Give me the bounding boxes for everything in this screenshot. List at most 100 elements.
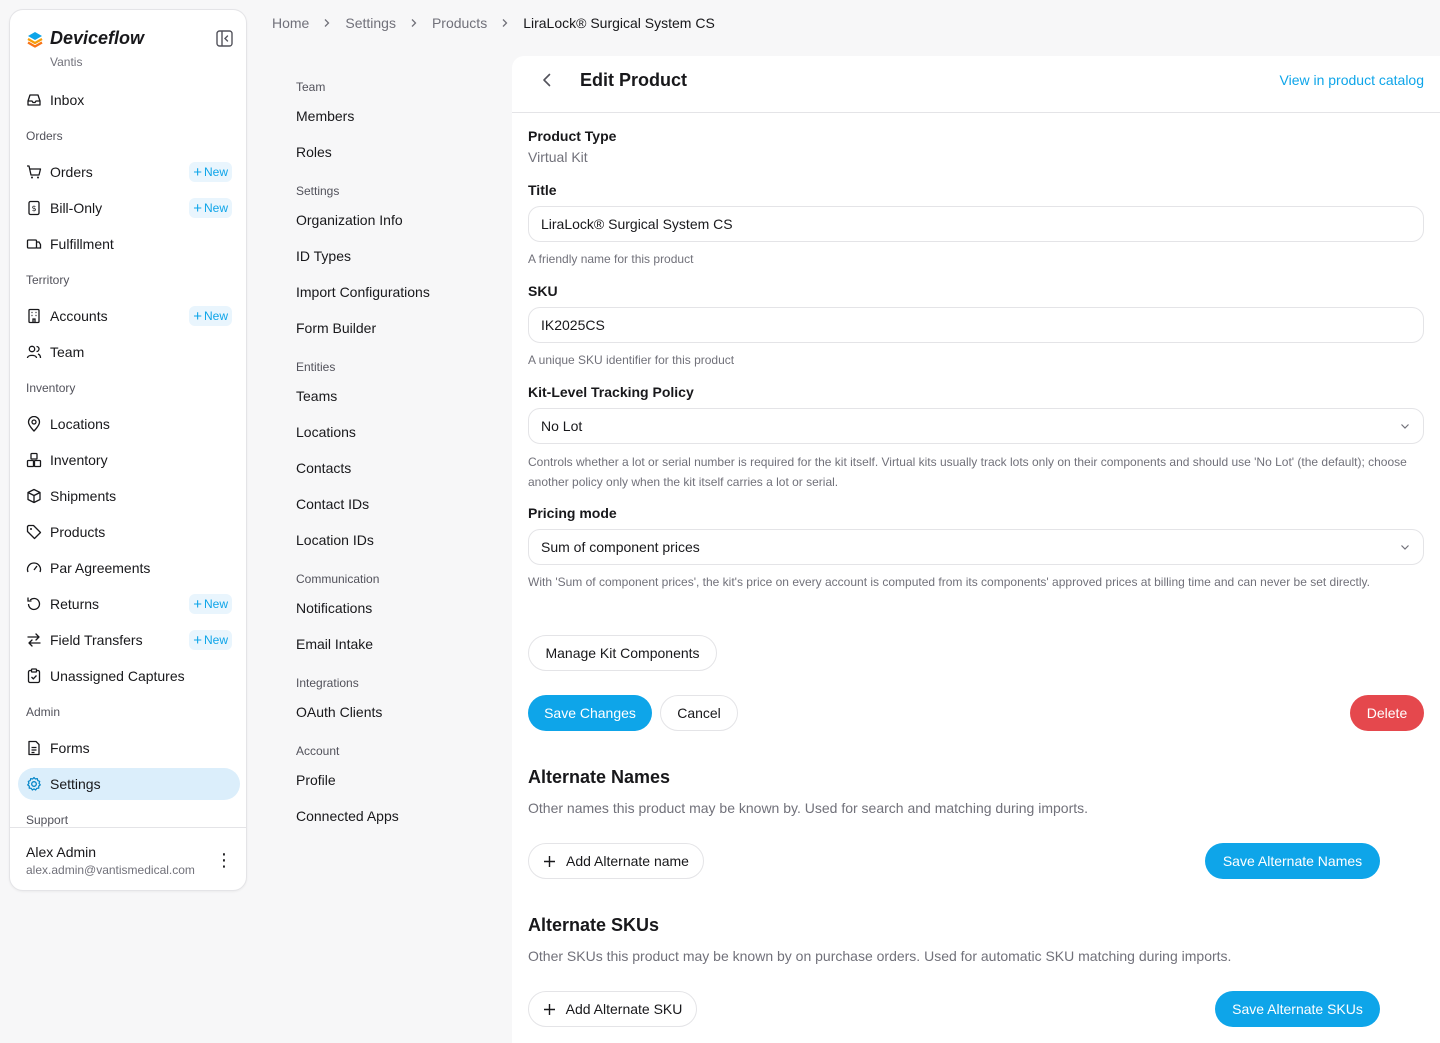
- new-account-button[interactable]: + New: [189, 306, 232, 326]
- app-name: Deviceflow: [50, 28, 145, 48]
- settings-item-notifications[interactable]: Notifications: [296, 600, 372, 616]
- sidebar-item-unassigned-captures[interactable]: Unassigned Captures: [18, 660, 240, 692]
- title-input[interactable]: [528, 206, 1424, 242]
- product-type-label: Product Type: [528, 128, 617, 144]
- settings-item-connected-apps[interactable]: Connected Apps: [296, 808, 399, 824]
- settings-section-team: Team: [296, 80, 326, 94]
- sidebar-item-inbox[interactable]: Inbox: [18, 84, 240, 116]
- user-email: alex.admin@vantismedical.com: [26, 863, 195, 877]
- org-name: Vantis: [50, 55, 83, 69]
- sku-label: SKU: [528, 283, 558, 299]
- plus-icon: [544, 855, 555, 867]
- new-return-button[interactable]: + New: [189, 594, 232, 614]
- delete-button[interactable]: Delete: [1350, 695, 1424, 731]
- chevron-right-icon: [502, 19, 508, 27]
- settings-item-email-intake[interactable]: Email Intake: [296, 636, 373, 652]
- clipboard-check-icon: [27, 668, 41, 684]
- new-label: New: [203, 201, 228, 215]
- sidebar-item-locations[interactable]: Locations: [18, 408, 240, 440]
- sidebar-item-returns[interactable]: Returns + New: [18, 588, 240, 620]
- settings-item-contact-ids[interactable]: Contact IDs: [296, 496, 369, 512]
- sidebar-item-team[interactable]: Team: [18, 336, 240, 368]
- settings-item-roles[interactable]: Roles: [296, 144, 332, 160]
- sidebar-item-shipments[interactable]: Shipments: [18, 480, 240, 512]
- sidebar-item-label: Par Agreements: [50, 560, 151, 576]
- cancel-button[interactable]: Cancel: [660, 695, 738, 731]
- brand[interactable]: Deviceflow: [26, 28, 144, 49]
- more-vertical-icon[interactable]: ⋮: [214, 850, 234, 870]
- settings-item-oauth-clients[interactable]: OAuth Clients: [296, 704, 382, 720]
- breadcrumb-products[interactable]: Products: [432, 15, 487, 31]
- add-alternate-name-label: Add Alternate name: [566, 853, 689, 869]
- settings-item-teams[interactable]: Teams: [296, 388, 337, 404]
- inbox-icon: [27, 94, 41, 106]
- tracking-policy-value: No Lot: [541, 418, 583, 434]
- user-panel: Alex Admin alex.admin@vantismedical.com …: [10, 827, 246, 891]
- add-alternate-sku-button[interactable]: Add Alternate SKU: [528, 991, 697, 1027]
- save-alternate-skus-button[interactable]: Save Alternate SKUs: [1215, 991, 1380, 1027]
- settings-item-id-types[interactable]: ID Types: [296, 248, 351, 264]
- breadcrumb-home[interactable]: Home: [272, 15, 309, 31]
- save-changes-button[interactable]: Save Changes: [528, 695, 652, 731]
- new-order-button[interactable]: + New: [189, 162, 232, 182]
- add-alternate-name-button[interactable]: Add Alternate name: [528, 843, 704, 879]
- product-type-value: Virtual Kit: [528, 149, 588, 165]
- alternate-skus-title: Alternate SKUs: [528, 915, 660, 935]
- settings-item-form-builder[interactable]: Form Builder: [296, 320, 376, 336]
- alternate-skus-desc: Other SKUs this product may be known by …: [528, 948, 1232, 964]
- new-label: New: [203, 633, 228, 647]
- sidebar-item-field-transfers[interactable]: Field Transfers + New: [18, 624, 240, 656]
- settings-section-integrations: Integrations: [296, 676, 359, 690]
- new-label: New: [203, 597, 228, 611]
- sidebar-item-fulfillment[interactable]: Fulfillment: [18, 228, 240, 260]
- sku-help: A unique SKU identifier for this product: [528, 353, 735, 367]
- plus-icon: +: [193, 163, 202, 181]
- sidebar-item-par-agreements[interactable]: Par Agreements: [18, 552, 240, 584]
- sidebar-item-inventory[interactable]: Inventory: [18, 444, 240, 476]
- settings-item-profile[interactable]: Profile: [296, 772, 336, 788]
- settings-item-import-configurations[interactable]: Import Configurations: [296, 284, 430, 300]
- sidebar-item-label: Products: [50, 524, 106, 540]
- sidebar-item-orders[interactable]: Orders + New: [18, 156, 240, 188]
- manage-kit-components-button[interactable]: Manage Kit Components: [528, 635, 717, 671]
- sidebar-item-label: Fulfillment: [50, 236, 114, 252]
- pricing-mode-value: Sum of component prices: [541, 539, 700, 555]
- new-field-transfer-button[interactable]: + New: [189, 630, 232, 650]
- new-bill-only-button[interactable]: + New: [189, 198, 232, 218]
- chevron-down-icon: [1401, 545, 1409, 550]
- sidebar-item-settings[interactable]: Settings: [18, 768, 240, 800]
- gear-icon: [27, 776, 41, 791]
- sku-input[interactable]: [528, 307, 1424, 343]
- sidebar-item-products[interactable]: Products: [18, 516, 240, 548]
- sidebar-item-forms[interactable]: Forms: [18, 732, 240, 764]
- sidebar-collapse-icon[interactable]: [216, 30, 233, 47]
- save-alternate-names-button[interactable]: Save Alternate Names: [1205, 843, 1380, 879]
- settings-item-members[interactable]: Members: [296, 108, 354, 124]
- add-alternate-sku-label: Add Alternate SKU: [565, 1001, 683, 1017]
- tracking-policy-select[interactable]: No Lot: [528, 408, 1424, 444]
- sidebar-item-label: Returns: [50, 596, 100, 612]
- pricing-mode-select[interactable]: Sum of component prices: [528, 529, 1424, 565]
- breadcrumb-settings[interactable]: Settings: [345, 15, 396, 31]
- plus-icon: +: [193, 595, 202, 613]
- sidebar-section-admin: Admin: [26, 705, 61, 719]
- view-in-catalog-link[interactable]: View in product catalog: [1280, 72, 1425, 88]
- settings-item-locations[interactable]: Locations: [296, 424, 356, 440]
- sidebar-section-inventory: Inventory: [26, 381, 76, 395]
- chevron-left-icon[interactable]: [538, 71, 556, 89]
- alternate-names-title: Alternate Names: [528, 767, 671, 787]
- pricing-mode-help: With 'Sum of component prices', the kit'…: [528, 575, 1371, 589]
- sidebar-item-label: Field Transfers: [50, 632, 143, 648]
- settings-item-contacts[interactable]: Contacts: [296, 460, 351, 476]
- sidebar-item-accounts[interactable]: Accounts + New: [18, 300, 240, 332]
- file-text-icon: [28, 740, 40, 756]
- sidebar-item-label: Inbox: [50, 92, 85, 108]
- receipt-dollar-icon: $: [28, 200, 40, 216]
- package-icon: [27, 488, 41, 504]
- settings-item-organization-info[interactable]: Organization Info: [296, 212, 403, 228]
- sidebar-item-label: Orders: [50, 164, 93, 180]
- sidebar-item-bill-only[interactable]: $ Bill-Only + New: [18, 192, 240, 224]
- settings-item-location-ids[interactable]: Location IDs: [296, 532, 374, 548]
- arrows-left-right-icon: [27, 633, 41, 647]
- sidebar-item-label: Unassigned Captures: [50, 668, 185, 684]
